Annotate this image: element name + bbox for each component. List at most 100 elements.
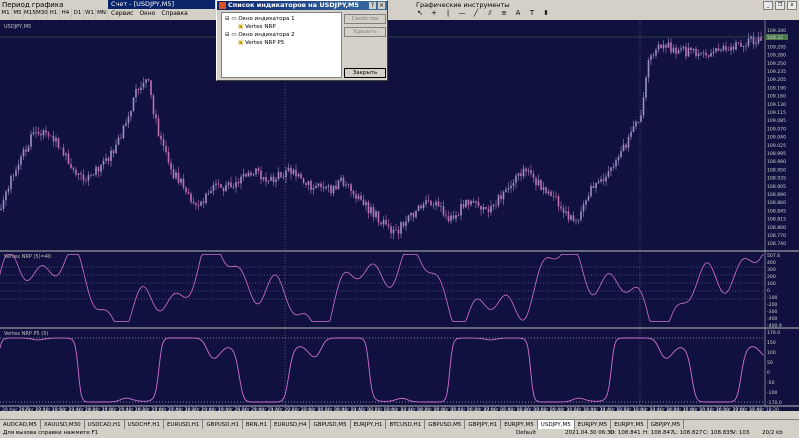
status-profile: Default: [516, 430, 537, 436]
candle-body: [150, 80, 152, 96]
candle-body: [742, 45, 745, 47]
candle-body: [345, 184, 347, 186]
candle-body: [7, 188, 10, 192]
candle-body: [640, 115, 642, 122]
delete-button[interactable]: Удалить: [344, 27, 386, 37]
candle-body: [655, 49, 657, 56]
timeframe-d1[interactable]: D1: [72, 9, 84, 18]
candle-body: [187, 192, 190, 194]
current-price-label: 109.32: [767, 35, 783, 41]
timeframe-mn[interactable]: MN: [96, 9, 108, 18]
candle-body: [662, 44, 665, 49]
chart-canvas[interactable]: USDJPY,M5 Vertex NRP (5)=40 Vertex NRP P5 …: [0, 20, 799, 411]
status-low: L: 108.827: [673, 430, 703, 436]
indicator2-line: [0, 337, 764, 403]
price-tick: 109.070: [767, 126, 786, 132]
tree-item-window1[interactable]: ⊟ ▭ Окно индикатора 1: [225, 16, 295, 22]
timeframe-m30[interactable]: M30: [36, 9, 48, 18]
candle-body: [105, 158, 107, 161]
timeframe-h1[interactable]: H1: [48, 9, 60, 18]
candle-body: [685, 46, 687, 57]
candle-body: [302, 178, 305, 183]
candle-body: [687, 47, 690, 57]
candle-body: [55, 138, 57, 142]
candle-body: [410, 212, 412, 216]
label-icon[interactable]: T: [528, 9, 536, 18]
candle-body: [195, 203, 197, 206]
timeframe-h4[interactable]: H4: [60, 9, 72, 18]
candle-body: [617, 157, 620, 161]
candle-body: [670, 42, 672, 53]
menu-item-2[interactable]: Справка: [161, 10, 187, 17]
trendline-icon[interactable]: ╱: [472, 9, 480, 18]
candle-body: [482, 206, 485, 210]
candle-body: [447, 216, 450, 222]
close-icon[interactable]: ×: [378, 2, 385, 9]
candle-body: [10, 175, 12, 189]
minimize-icon[interactable]: _: [763, 1, 773, 10]
candle-body: [422, 204, 425, 209]
ind2-tick: -170.0: [767, 400, 782, 406]
candle-body: [297, 173, 300, 177]
arrow-icon[interactable]: ⬍: [542, 9, 550, 18]
candle-body: [440, 206, 442, 207]
price-chart-window[interactable]: USDJPY,M5 Vertex NRP (5)=40 Vertex NRP P5 …: [0, 20, 799, 411]
symbol-label: USDJPY,M5: [4, 24, 31, 30]
candle-body: [225, 184, 227, 192]
close-icon[interactable]: x: [787, 1, 797, 10]
candle-body: [382, 220, 385, 225]
timeframe-w1[interactable]: W1: [84, 9, 96, 18]
candle-body: [690, 47, 692, 51]
candle-body: [475, 201, 477, 203]
tree-item-window2[interactable]: ⊟ ▭ Окно индикатора 2: [225, 32, 295, 38]
crosshair-icon[interactable]: +: [430, 9, 438, 18]
timeframe-m15[interactable]: M15: [24, 9, 36, 18]
price-tick: 108.890: [767, 192, 786, 198]
horizontal-line-icon[interactable]: —: [458, 9, 466, 18]
candle-body: [717, 48, 720, 52]
price-tick: 108.845: [767, 208, 786, 214]
indicator-list-dialog: Список индикаторов на USDJPY,M5 ? × ⊟ ▭ …: [216, 0, 388, 81]
properties-button[interactable]: Свойства: [344, 14, 386, 24]
candle-body: [650, 55, 652, 60]
candle-body: [87, 174, 90, 181]
candle-body: [317, 183, 320, 186]
tree-item-vertex-nrp[interactable]: ▣ Vertex NRP: [238, 24, 276, 30]
candle-body: [677, 49, 680, 54]
candle-body: [750, 36, 752, 39]
price-tick: 108.995: [767, 151, 786, 157]
candle-body: [292, 169, 295, 174]
cursor-icon[interactable]: ↖: [416, 9, 424, 18]
candle-body: [200, 201, 202, 206]
timeframe-m5[interactable]: M5: [12, 9, 24, 18]
candle-body: [530, 170, 532, 174]
candle-body: [720, 50, 722, 52]
candle-body: [112, 150, 115, 154]
candle-body: [437, 201, 440, 207]
tree-label: Vertex NRP P5: [244, 40, 285, 46]
candle-body: [282, 177, 285, 178]
help-icon[interactable]: ?: [369, 2, 376, 9]
channel-icon[interactable]: ⫽: [486, 9, 494, 18]
candle-body: [2, 200, 5, 209]
text-icon[interactable]: A: [514, 9, 522, 18]
candle-body: [82, 174, 85, 181]
timeframe-m1[interactable]: M1: [0, 9, 12, 18]
candle-body: [502, 191, 505, 200]
candle-body: [682, 46, 685, 49]
candle-body: [417, 205, 420, 212]
candle-body: [232, 187, 235, 188]
close-button[interactable]: Закрыть: [344, 68, 386, 78]
fibonacci-icon[interactable]: ≡: [500, 9, 508, 18]
candle-body: [242, 174, 245, 177]
candle-body: [202, 201, 205, 204]
candle-body: [322, 187, 325, 189]
candle-body: [522, 168, 525, 177]
restore-icon[interactable]: ❐: [775, 1, 785, 10]
vertical-line-icon[interactable]: |: [444, 9, 452, 18]
menu-item-0[interactable]: Сервис: [111, 10, 133, 17]
status-bar: Для вызова справки нажмите F1 Default 20…: [0, 429, 799, 438]
menu-item-1[interactable]: Окно: [139, 10, 155, 17]
status-high: H: 108.847: [643, 430, 674, 436]
tree-item-vertex-nrp-p5[interactable]: ▣ Vertex NRP P5: [238, 40, 284, 46]
